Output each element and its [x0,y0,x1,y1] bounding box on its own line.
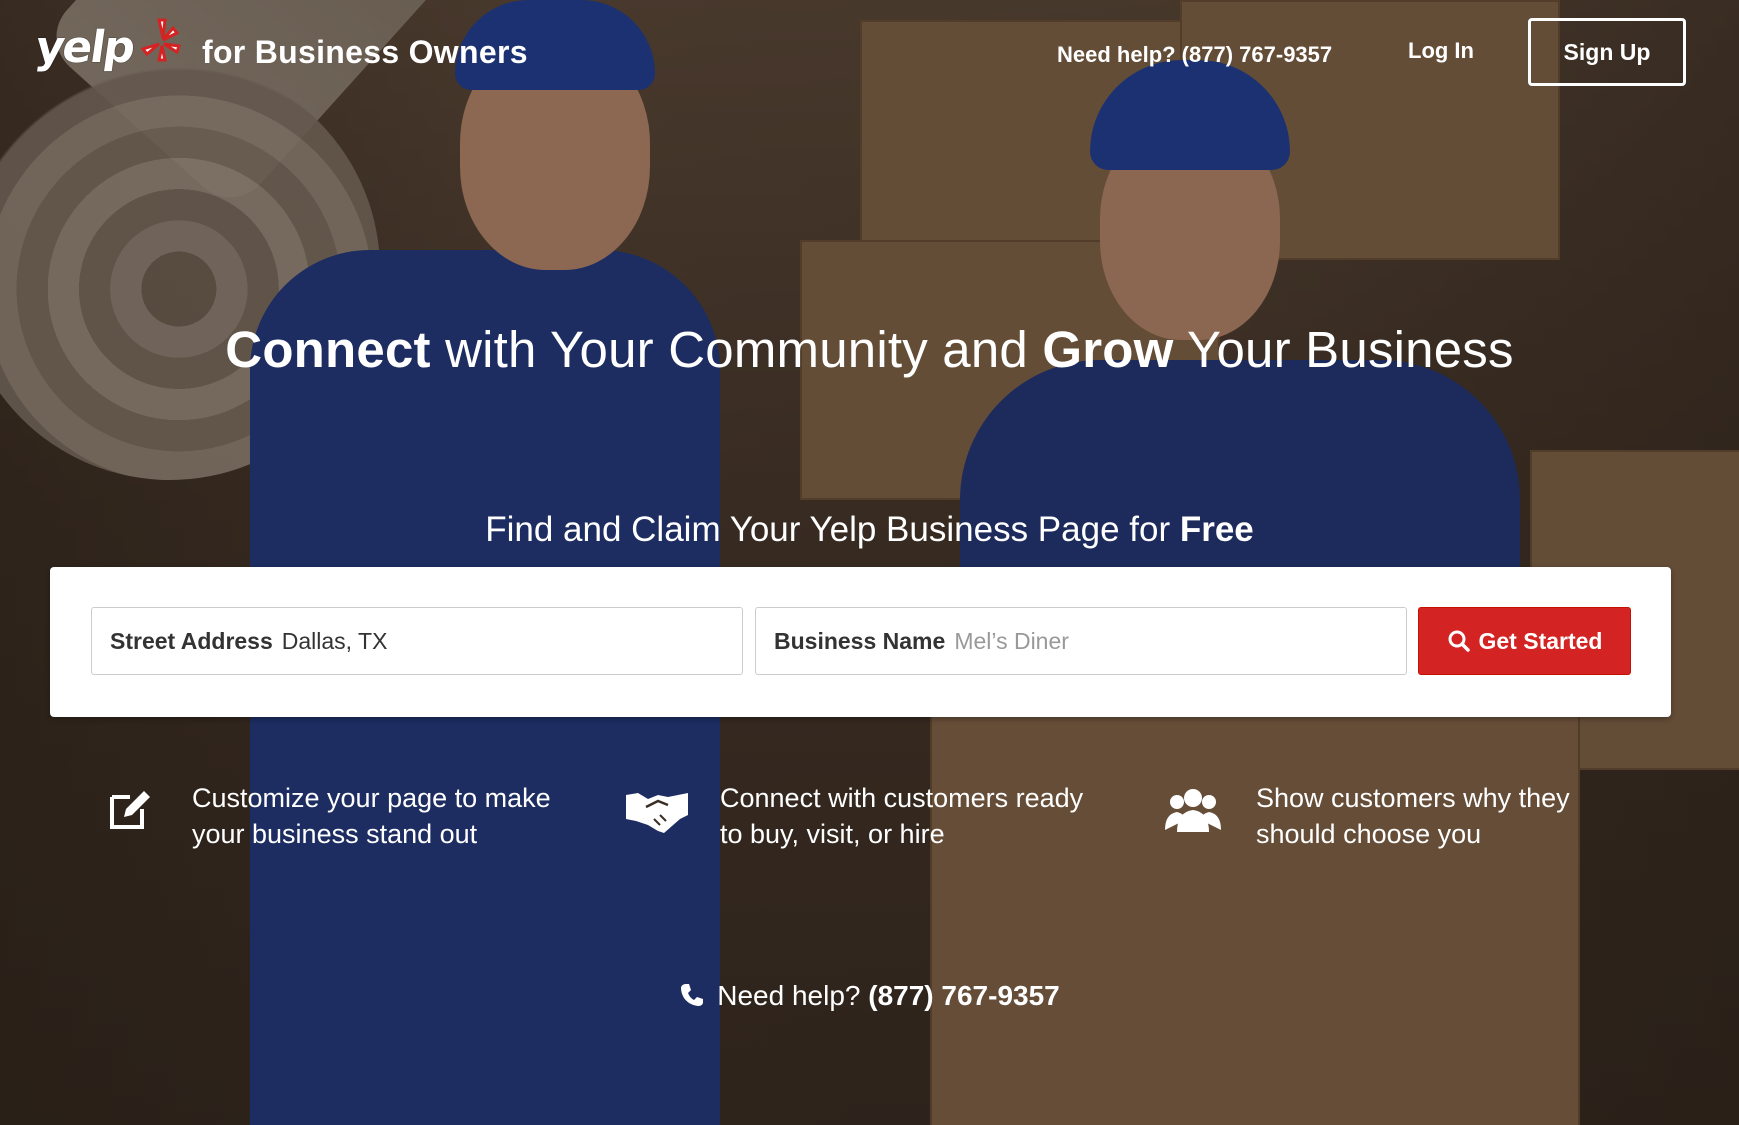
business-name-field[interactable]: Business Name [755,607,1407,675]
footer-help-text: Need help? [717,980,869,1011]
subhead-text: Find and Claim Your Yelp Business Page f… [485,510,1180,549]
subhead-free: Free [1179,510,1254,549]
business-name-input[interactable] [954,627,1406,655]
feature-customize: Customize your page to make your busines… [96,780,572,852]
header-help-phone[interactable]: Need help? (877) 767-9357 [1057,42,1332,68]
search-icon [1448,630,1470,652]
claim-search-card: Street Address Business Name Get Started [50,567,1671,717]
phone-icon [681,984,704,1006]
headline-end: Your Business [1173,321,1514,378]
feature-customize-text: Customize your page to make your busines… [192,783,551,849]
street-address-field[interactable]: Street Address [91,607,743,675]
yelp-burst-icon [140,18,182,61]
handshake-icon [624,780,690,840]
headline-middle: with Your Community and [430,321,1043,378]
footer-help[interactable]: Need help? (877) 767-9357 [0,980,1739,1012]
street-address-input[interactable] [281,627,742,655]
get-started-button[interactable]: Get Started [1418,607,1631,675]
edit-icon [96,780,162,840]
login-link[interactable]: Log In [1408,38,1474,64]
hero-subhead: Find and Claim Your Yelp Business Page f… [0,510,1739,550]
get-started-label: Get Started [1478,627,1603,654]
feature-connect-text: Connect with customers ready to buy, vis… [720,783,1084,849]
signup-button[interactable]: Sign Up [1528,18,1686,86]
top-header: yelp for Business Owners Need help? (877… [0,0,1739,110]
feature-connect: Connect with customers ready to buy, vis… [624,780,1100,852]
header-tagline: for Business Owners [202,34,528,70]
hero-headline: Connect with Your Community and Grow You… [0,320,1739,379]
business-name-label: Business Name [774,627,946,654]
footer-help-phone[interactable]: (877) 767-9357 [868,980,1059,1011]
people-icon [1160,780,1226,840]
feature-show: Show customers why they should choose yo… [1160,780,1636,852]
logo-wordmark: yelp [32,22,137,73]
yelp-logo[interactable]: yelp [32,18,185,73]
feature-show-text: Show customers why they should choose yo… [1256,783,1570,849]
headline-connect: Connect [225,321,431,378]
headline-grow: Grow [1042,321,1174,378]
hero-background-photo [0,0,1739,1125]
street-address-label: Street Address [110,627,273,654]
